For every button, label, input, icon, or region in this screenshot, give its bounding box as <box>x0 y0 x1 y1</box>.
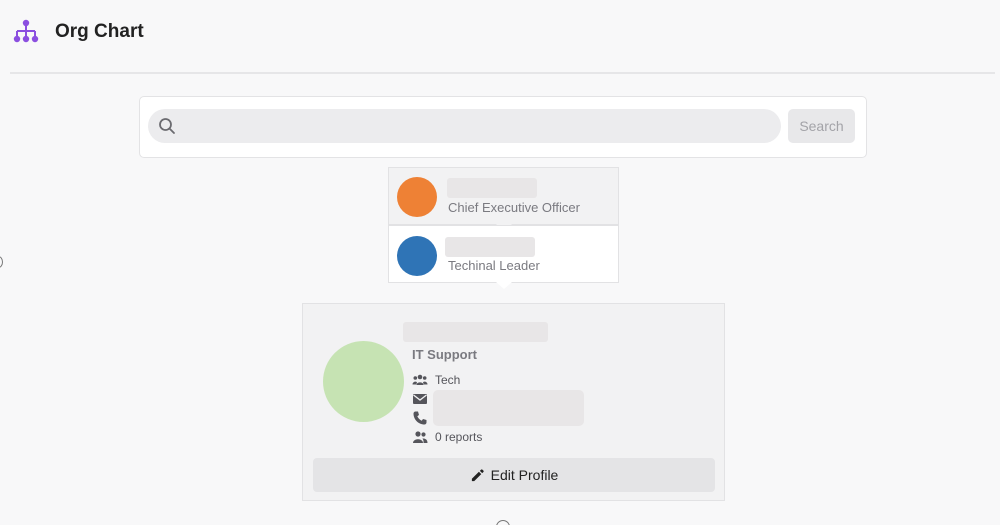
department-label: Tech <box>435 373 461 387</box>
name-placeholder <box>403 322 548 342</box>
name-placeholder <box>447 178 537 198</box>
reports-count: 0 reports <box>435 430 483 444</box>
avatar <box>397 236 437 276</box>
contact-placeholder <box>433 390 584 426</box>
search-button[interactable]: Search <box>788 109 855 143</box>
node-role: Techinal Leader <box>448 258 540 273</box>
search-field[interactable] <box>148 109 781 143</box>
search-icon <box>159 118 175 134</box>
team-icon <box>412 374 428 385</box>
avatar <box>323 341 404 422</box>
app-header: Org Chart <box>0 0 1000 70</box>
search-panel: Search <box>139 96 867 158</box>
users-icon <box>413 431 428 443</box>
edit-profile-label: Edit Profile <box>490 467 559 483</box>
header-divider <box>10 72 995 74</box>
phone-icon <box>413 411 427 425</box>
page-title: Org Chart <box>55 21 144 42</box>
node-connector-arrow <box>496 282 512 289</box>
envelope-icon <box>413 394 427 404</box>
avatar <box>397 177 437 217</box>
name-placeholder <box>445 237 535 257</box>
pencil-icon <box>471 468 484 481</box>
search-input[interactable] <box>184 109 774 143</box>
job-title: IT Support <box>412 347 477 362</box>
org-node-tech-leader[interactable]: Techinal Leader <box>388 225 619 283</box>
org-chart-icon <box>13 19 39 43</box>
profile-card: IT Support Tech 0 reports Edit Profile <box>302 303 725 501</box>
org-node-ceo[interactable]: Chief Executive Officer <box>388 167 619 225</box>
node-role: Chief Executive Officer <box>448 200 580 215</box>
edit-profile-button[interactable]: Edit Profile <box>313 458 715 492</box>
collapse-handle[interactable] <box>0 256 3 268</box>
expand-toggle[interactable] <box>496 520 510 525</box>
